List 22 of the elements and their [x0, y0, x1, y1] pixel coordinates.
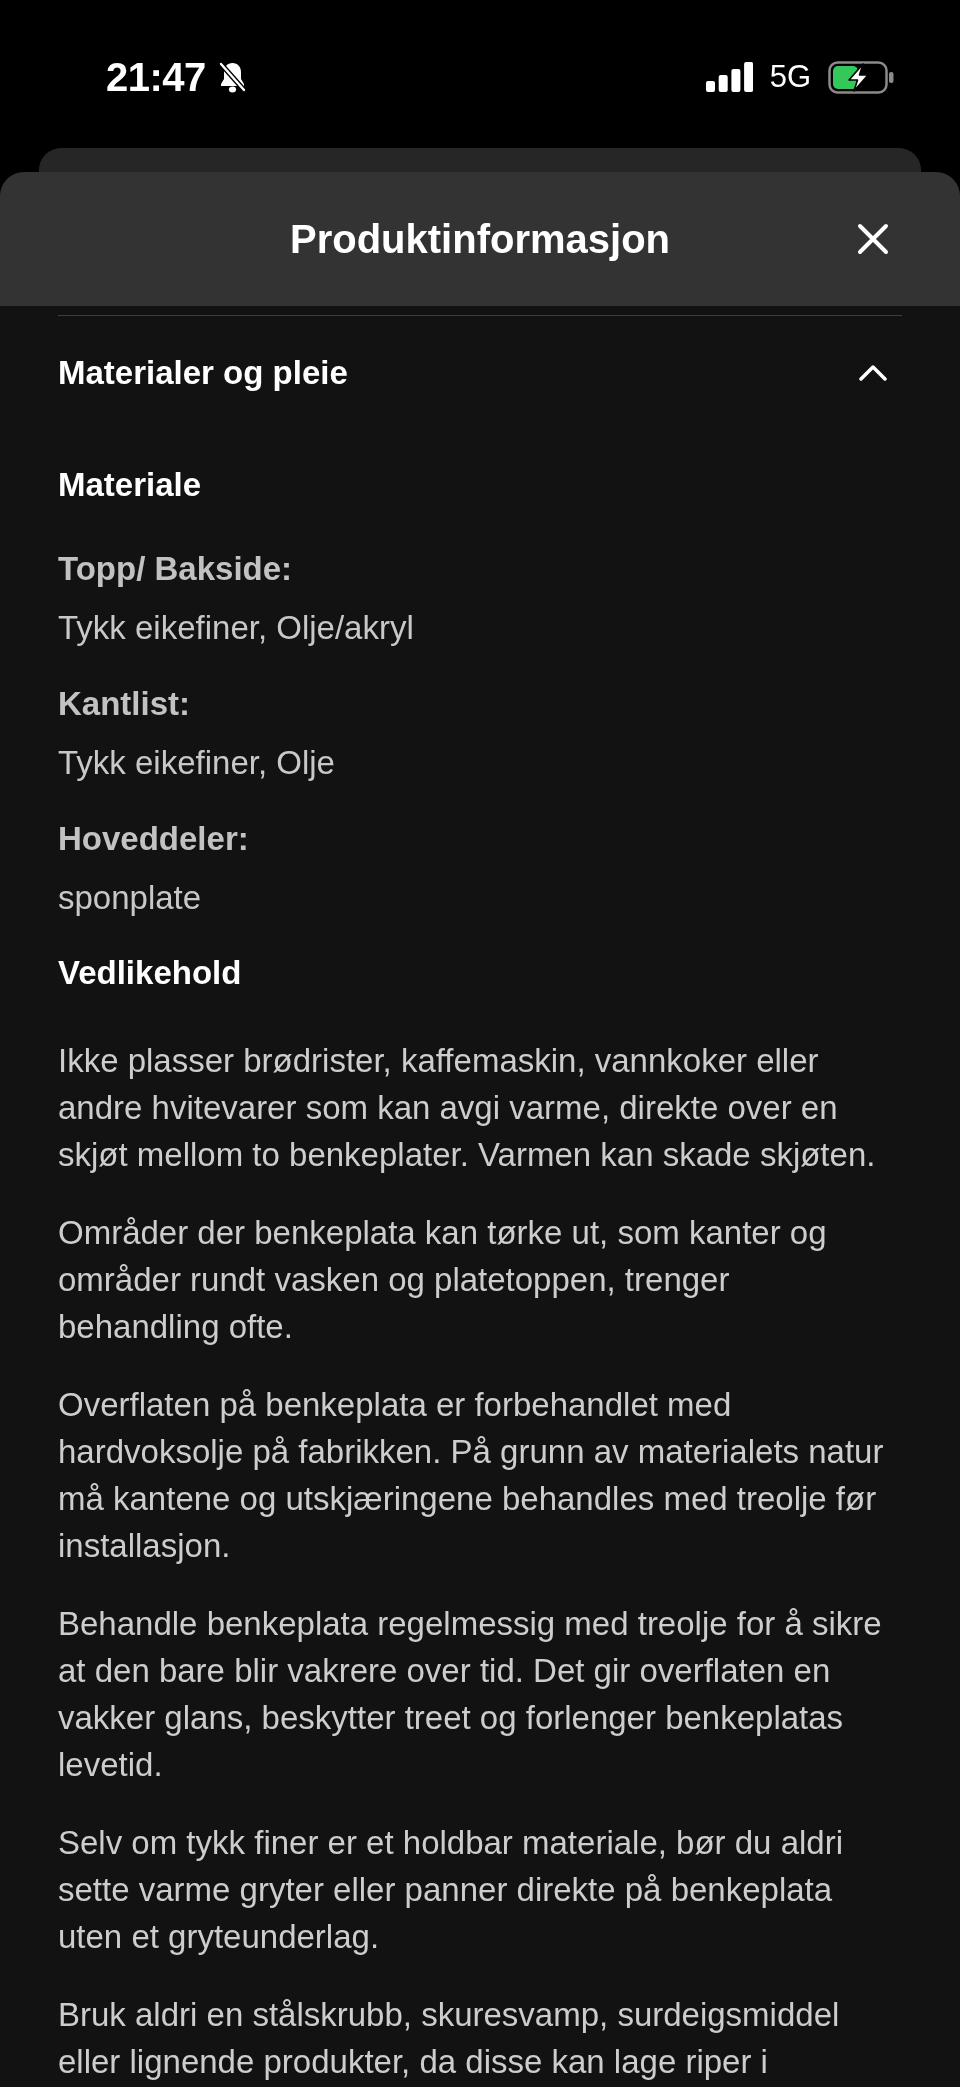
section-heading: Vedlikehold: [58, 953, 243, 993]
section-heading: Materiale: [58, 465, 203, 505]
field-label: Topp/ Bakside:: [58, 549, 293, 589]
body-paragraph: Områder der benkeplata kan tørke ut, som kanter og områder rundt vasken og platetoppen, trenger behandling ofte.: [58, 1213, 828, 1347]
accordion-header[interactable]: Materialer og pleie: [58, 316, 902, 430]
body-paragraph: Behandle benkeplata regelmessig med treolje for å sikre at den bare blir vakrere over tid. Det gir overflaten en vakker glans, beskytter treet og forlenger benkeplatas levetid.: [58, 1604, 883, 1785]
body-paragraph: Bruk aldri en stålskrubb, skuresvamp, surdeigsmiddel eller lignende produkter, da disse kan lage riper i: [58, 1995, 841, 2082]
signal-bars-icon: [705, 62, 753, 92]
field-value: Tykk eikefiner, Olje: [58, 743, 335, 783]
body-paragraph: Selv om tykk finer er et holdbar materiale, bør du aldri sette varme gryter eller panner direkte på benkeplata uten et gryteunderlag.: [58, 1823, 844, 1957]
close-icon: [857, 223, 889, 255]
field-value: sponplate: [58, 878, 202, 918]
field-label: Kantlist:: [58, 684, 190, 724]
field-label: Hoveddeler:: [58, 819, 249, 859]
status-time: 21:47: [106, 56, 206, 98]
bell-slash-icon: [216, 60, 248, 94]
battery-charging-icon: [828, 60, 894, 94]
body-paragraph: Overflaten på benkeplata er forbehandlet med hardvoksolje på fabrikken. På grunn av materialets natur må kantene og utskjæringene behandles med treolje før installasjon.: [58, 1385, 885, 1566]
field-value: Tykk eikefiner, Olje/akryl: [58, 608, 414, 648]
sheet-title: Produktinformasjon: [290, 216, 670, 263]
network-type-text: 5G: [769, 58, 811, 96]
body-paragraph: Ikke plasser brødrister, kaffemaskin, vannkoker eller andre hvitevarer som kan avgi varme, direkte over en skjøt mellom to benkeplater. Varmen kan skade skjøten.: [58, 1041, 877, 1175]
